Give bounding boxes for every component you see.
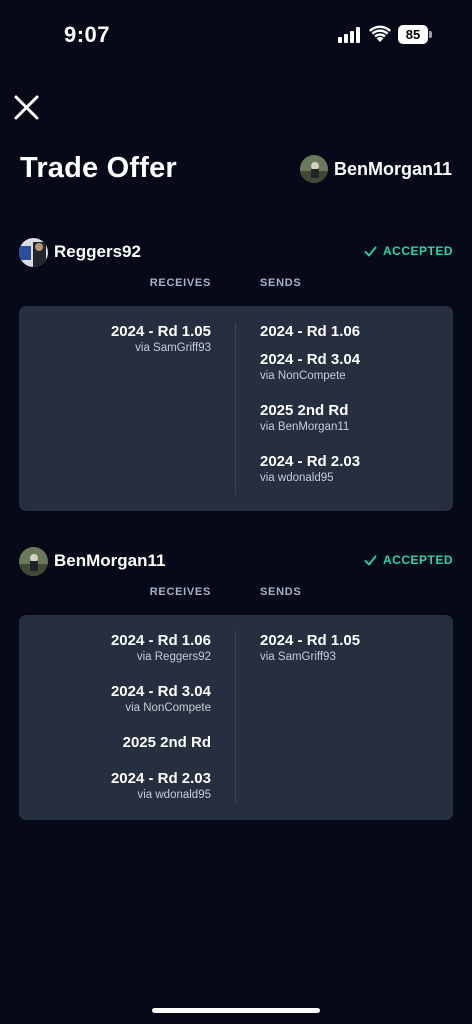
team-header: Reggers92 ACCEPTED [19,237,453,267]
receives-header: RECEIVES [149,277,211,289]
pick-item: 2024 - Rd 1.05 via SamGriff93 [111,322,211,356]
pick-via: via wdonald95 [137,789,211,801]
battery-level: 85 [405,27,421,42]
team-name: BenMorgan11 [54,551,166,570]
pick-via: via SamGriff93 [135,342,211,354]
checkmark-icon [364,246,377,256]
avatar [19,237,48,267]
close-icon [14,95,39,120]
column-headers: RECEIVES SENDS [19,277,453,299]
pick-item: 2024 - Rd 3.04 via NonCompete [111,682,211,733]
receives-header: RECEIVES [149,586,211,598]
close-button[interactable] [12,92,42,122]
pick-item: 2024 - Rd 1.06 via Reggers92 [111,631,211,682]
trade-card: 2024 - Rd 1.05 via SamGriff93 2024 - Rd … [19,306,453,511]
pick-item: 2024 - Rd 1.05 via SamGriff93 [260,631,360,665]
sends-column: 2024 - Rd 1.05 via SamGriff93 [260,631,360,665]
pick-item: 2025 2nd Rd [111,733,211,769]
pick-name: 2024 - Rd 3.04 [110,683,211,700]
pick-via: via SamGriff93 [260,651,336,663]
pick-via: via Reggers92 [136,651,211,663]
pick-item: 2024 - Rd 1.06 [260,322,360,350]
status-text: ACCEPTED [382,553,453,567]
pick-name: 2024 - Rd 1.05 [260,632,361,649]
sends-column: 2024 - Rd 1.06 2024 - Rd 3.04 via NonCom… [260,322,360,486]
pick-item: 2024 - Rd 3.04 via NonCompete [260,350,360,401]
sends-header: SENDS [260,277,302,289]
avatar [299,155,328,183]
receives-column: 2024 - Rd 1.06 via Reggers92 2024 - Rd 3… [111,631,211,803]
sends-header: SENDS [260,586,302,598]
pick-name: 2025 2nd Rd [260,402,349,419]
pick-item: 2025 2nd Rd via BenMorgan11 [260,401,360,452]
pick-via: via wdonald95 [260,472,334,484]
pick-item: 2024 - Rd 2.03 via wdonald95 [260,452,360,486]
pick-name: 2024 - Rd 3.04 [260,351,361,368]
pick-name: 2024 - Rd 2.03 [110,770,211,787]
status-time: 9:07 [64,22,111,47]
header-username: BenMorgan11 [333,158,452,179]
status-bar: 9:07 85 [0,0,472,70]
column-headers: RECEIVES SENDS [19,586,453,608]
status-text: ACCEPTED [382,244,453,258]
pick-item: 2024 - Rd 2.03 via wdonald95 [111,769,211,803]
pick-via: via BenMorgan11 [260,421,350,433]
team-name: Reggers92 [54,242,141,261]
receives-column: 2024 - Rd 1.05 via SamGriff93 [111,322,211,356]
header-user[interactable]: BenMorgan11 [299,155,452,183]
team-header: BenMorgan11 ACCEPTED [19,546,453,576]
pick-name: 2024 - Rd 1.06 [260,323,361,340]
pick-name: 2024 - Rd 1.06 [110,632,211,649]
column-divider [235,322,236,495]
avatar [19,546,48,576]
checkmark-icon [364,555,377,565]
wifi-icon [369,25,391,42]
pick-name: 2025 2nd Rd [122,734,211,751]
trade-card: 2024 - Rd 1.06 via Reggers92 2024 - Rd 3… [19,615,453,820]
column-divider [235,631,236,804]
pick-name: 2024 - Rd 2.03 [260,453,361,470]
status-badge: ACCEPTED [364,244,453,258]
pick-name: 2024 - Rd 1.05 [110,323,211,340]
home-indicator[interactable] [152,1008,320,1013]
battery-icon: 85 [398,25,432,44]
pick-via: via NonCompete [125,702,211,714]
cellular-signal-icon [338,27,362,43]
status-badge: ACCEPTED [364,553,453,567]
pick-via: via NonCompete [260,370,346,382]
team-section: Reggers92 ACCEPTED RECEIVES SENDS 2024 -… [19,237,453,511]
team-section: BenMorgan11 ACCEPTED RECEIVES SENDS 2024… [19,546,453,820]
page-title: Trade Offer [20,152,177,184]
